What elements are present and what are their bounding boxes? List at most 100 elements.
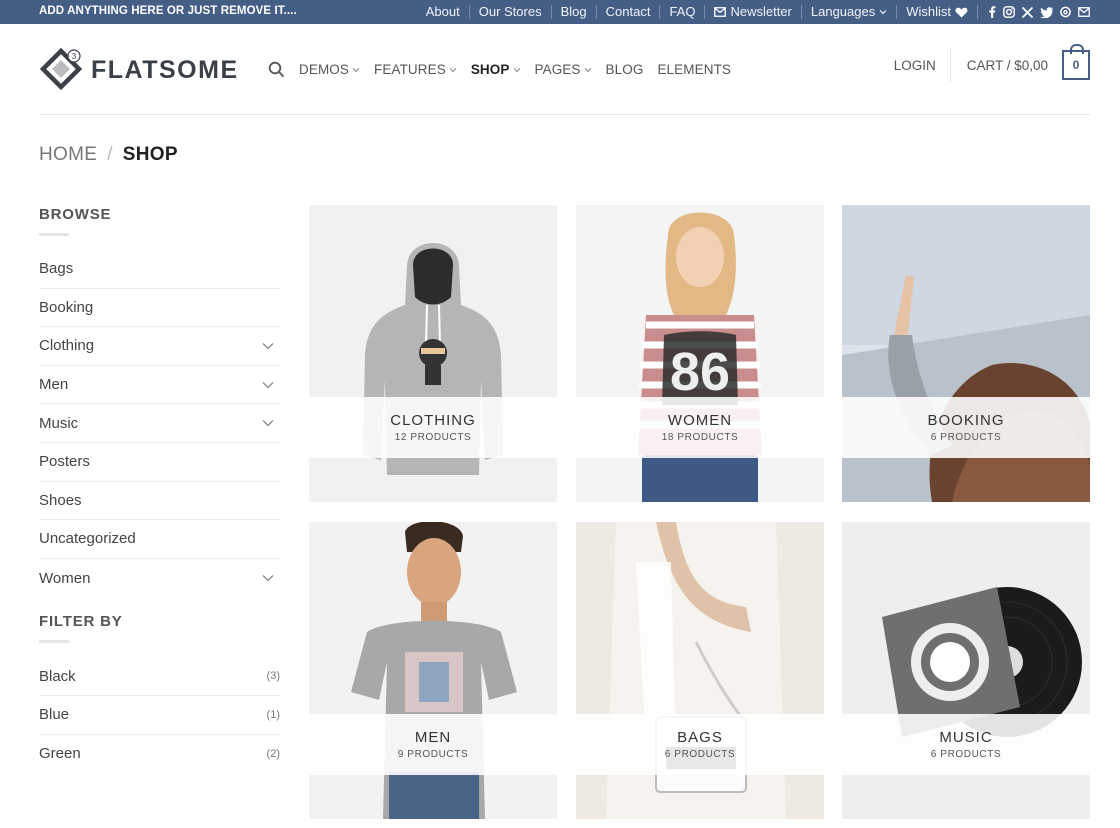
social-icons <box>977 5 1090 19</box>
nav-demos-label: DEMOS <box>299 62 350 77</box>
category-item[interactable]: Posters <box>39 443 280 482</box>
nav-elements[interactable]: ELEMENTS <box>657 62 731 77</box>
nav-pages[interactable]: PAGES <box>535 62 592 77</box>
category-product-count: 18 PRODUCTS <box>661 432 739 443</box>
nav-shop[interactable]: SHOP <box>471 62 521 77</box>
header-right: LOGIN CART / $0,00 0 <box>894 44 1090 82</box>
filter-label[interactable]: Blue <box>39 706 69 723</box>
category-label[interactable]: Shoes <box>39 492 82 509</box>
category-name: BAGS <box>677 729 723 746</box>
title-underline <box>39 233 69 236</box>
filter-item[interactable]: Green (2) <box>39 735 280 774</box>
category-label[interactable]: Music <box>39 415 78 432</box>
nav-demos[interactable]: DEMOS <box>299 62 360 77</box>
top-link-about[interactable]: About <box>417 5 469 19</box>
chevron-down-icon <box>879 10 887 15</box>
top-link-our-stores[interactable]: Our Stores <box>468 5 551 19</box>
threads-icon[interactable] <box>1060 6 1071 18</box>
category-name: BOOKING <box>927 412 1005 429</box>
chevron-down-icon <box>352 67 360 72</box>
breadcrumb: HOME / SHOP <box>39 144 178 166</box>
promo-text: ADD ANYTHING HERE OR JUST REMOVE IT.... <box>39 5 297 17</box>
filter-label[interactable]: Green <box>39 745 81 762</box>
top-link-faq[interactable]: FAQ <box>659 5 704 19</box>
category-item[interactable]: Booking <box>39 289 280 328</box>
category-label[interactable]: Women <box>39 570 90 587</box>
filter-item[interactable]: Blue (1) <box>39 696 280 735</box>
login-link[interactable]: LOGIN <box>894 58 950 73</box>
category-label[interactable]: Booking <box>39 299 93 316</box>
breadcrumb-separator: / <box>107 144 113 165</box>
category-product-count: 12 PRODUCTS <box>394 432 472 443</box>
header-divider <box>39 114 1090 115</box>
category-name: CLOTHING <box>390 412 476 429</box>
cart-count-badge[interactable]: 0 <box>1062 44 1090 80</box>
category-caption: BAGS 6 PRODUCTS <box>576 714 824 775</box>
category-item[interactable]: Music <box>39 404 280 443</box>
category-label[interactable]: Clothing <box>39 337 94 354</box>
top-link-contact[interactable]: Contact <box>595 5 660 19</box>
newsletter-label: Newsletter <box>730 4 792 19</box>
x-icon[interactable] <box>1022 6 1033 18</box>
category-card[interactable]: 86 WOMEN 18 PRODUCTS <box>576 205 824 502</box>
search-icon[interactable] <box>268 61 285 78</box>
category-item[interactable]: Women <box>39 559 280 598</box>
cart-link[interactable]: CART / $0,00 <box>967 58 1048 73</box>
top-bar: ADD ANYTHING HERE OR JUST REMOVE IT.... … <box>0 0 1120 24</box>
nav-features-label: FEATURES <box>374 62 446 77</box>
top-nav: About Our Stores Blog Contact FAQ Newsle… <box>417 0 1090 24</box>
category-label[interactable]: Posters <box>39 453 90 470</box>
category-card[interactable]: CLOTHING 12 PRODUCTS <box>309 205 557 502</box>
email-icon[interactable] <box>1078 7 1090 17</box>
heart-icon <box>955 7 968 17</box>
sidebar: BROWSE Bags Booking Clothing Men Music Poster… <box>39 206 280 773</box>
site-logo[interactable]: 3 FLATSOME <box>39 48 239 92</box>
category-label[interactable]: Men <box>39 376 68 393</box>
svg-text:86: 86 <box>670 342 730 402</box>
filter-item[interactable]: Black (3) <box>39 657 280 696</box>
category-product-count: 6 PRODUCTS <box>930 749 1002 760</box>
category-label[interactable]: Bags <box>39 260 73 277</box>
breadcrumb-home[interactable]: HOME <box>39 144 97 166</box>
category-card[interactable]: BAGS 6 PRODUCTS <box>576 522 824 819</box>
chevron-down-icon[interactable] <box>262 381 274 389</box>
category-item[interactable]: Clothing <box>39 327 280 366</box>
category-caption: WOMEN 18 PRODUCTS <box>576 397 824 458</box>
category-item[interactable]: Shoes <box>39 482 280 521</box>
languages-label: Languages <box>810 4 876 19</box>
twitter-icon[interactable] <box>1040 6 1053 18</box>
category-item[interactable]: Men <box>39 366 280 405</box>
category-caption: MUSIC 6 PRODUCTS <box>842 714 1090 775</box>
top-link-languages[interactable]: Languages <box>800 4 896 19</box>
filter-label[interactable]: Black <box>39 668 76 685</box>
category-product-count: 9 PRODUCTS <box>397 749 469 760</box>
browse-title: BROWSE <box>39 206 112 223</box>
instagram-icon[interactable] <box>1003 6 1015 18</box>
chevron-down-icon <box>584 67 591 72</box>
category-product-count: 6 PRODUCTS <box>664 749 736 760</box>
category-card[interactable]: MUSIC 6 PRODUCTS <box>842 522 1090 819</box>
chevron-down-icon[interactable] <box>262 342 274 350</box>
category-card[interactable]: BOOKING 6 PRODUCTS <box>842 205 1090 502</box>
nav-blog[interactable]: BLOG <box>606 62 644 77</box>
category-item[interactable]: Bags <box>39 250 280 289</box>
chevron-down-icon[interactable] <box>262 574 274 582</box>
chevron-down-icon[interactable] <box>262 419 274 427</box>
category-card[interactable]: MEN 9 PRODUCTS <box>309 522 557 819</box>
facebook-icon[interactable] <box>988 6 996 18</box>
category-name: MEN <box>414 729 452 746</box>
category-item[interactable]: Uncategorized <box>39 520 280 559</box>
category-label[interactable]: Uncategorized <box>39 530 136 547</box>
top-link-blog[interactable]: Blog <box>550 5 596 19</box>
category-caption: CLOTHING 12 PRODUCTS <box>309 397 557 458</box>
site-header: 3 FLATSOME DEMOS FEATURES SHOP PAGES BLO… <box>0 24 1120 115</box>
category-caption: MEN 9 PRODUCTS <box>309 714 557 775</box>
top-link-wishlist[interactable]: Wishlist <box>896 5 977 19</box>
flatsome-logo-icon: 3 <box>39 48 83 91</box>
title-underline <box>39 640 69 644</box>
nav-features[interactable]: FEATURES <box>374 62 457 77</box>
category-product-count: 6 PRODUCTS <box>930 432 1002 443</box>
filter-section: FILTER BY Black (3) Blue (1) Green (2) <box>39 613 280 773</box>
top-link-newsletter[interactable]: Newsletter <box>704 5 800 19</box>
category-name: MUSIC <box>939 729 993 746</box>
